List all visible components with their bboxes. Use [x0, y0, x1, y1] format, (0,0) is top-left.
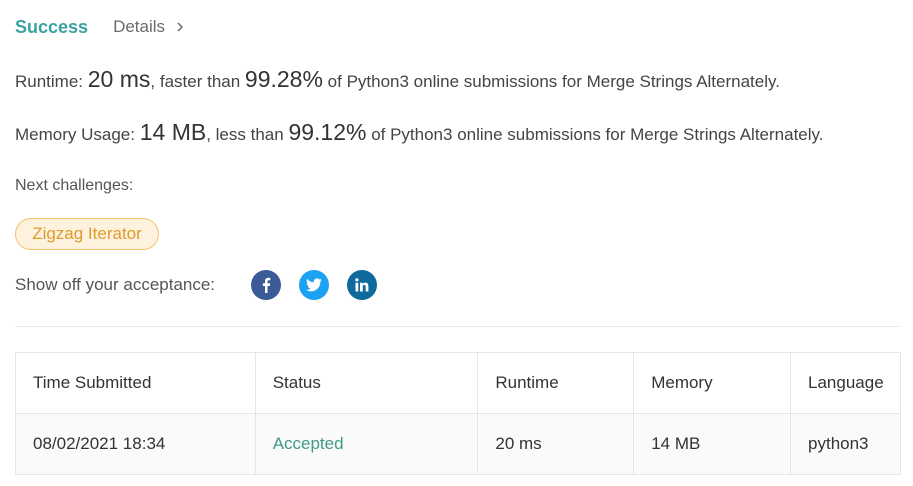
submissions-table: Time Submitted Status Runtime Memory Lan… — [15, 352, 901, 475]
table-header-row: Time Submitted Status Runtime Memory Lan… — [15, 352, 901, 414]
column-header-memory: Memory — [633, 352, 792, 414]
details-link[interactable]: Details — [113, 17, 186, 37]
details-label: Details — [113, 17, 166, 36]
cell-status-link[interactable]: Accepted — [254, 413, 479, 475]
share-label: Show off your acceptance: — [15, 275, 216, 294]
runtime-label: Runtime: — [15, 72, 84, 91]
next-challenges-label: Next challenges: — [15, 177, 134, 194]
linkedin-icon[interactable] — [347, 270, 377, 300]
result-header: Success Details — [15, 15, 186, 39]
runtime-summary: Runtime: 20 ms, faster than 99.28% of Py… — [15, 66, 780, 93]
column-header-status: Status — [254, 352, 479, 414]
runtime-value: 20 ms — [87, 66, 151, 92]
runtime-percent: 99.28% — [244, 66, 323, 92]
runtime-comparison: , faster than — [150, 72, 241, 91]
cell-language: python3 — [790, 413, 901, 475]
twitter-icon[interactable] — [299, 270, 329, 300]
memory-summary: Memory Usage: 14 MB, less than 99.12% of… — [15, 119, 824, 146]
memory-percent: 99.12% — [288, 119, 367, 145]
chevron-right-icon — [177, 22, 184, 32]
facebook-glyph — [262, 277, 271, 293]
cell-runtime: 20 ms — [477, 413, 635, 475]
cell-memory: 14 MB — [633, 413, 792, 475]
facebook-icon[interactable] — [251, 270, 281, 300]
runtime-suffix: of Python3 online submissions for Merge … — [327, 72, 780, 91]
memory-suffix: of Python3 online submissions for Merge … — [371, 125, 824, 144]
challenge-tag-zigzag-iterator[interactable]: Zigzag Iterator — [15, 218, 159, 250]
twitter-glyph — [306, 278, 322, 292]
section-divider — [15, 326, 901, 327]
linkedin-glyph — [355, 278, 369, 292]
column-header-time-submitted: Time Submitted — [15, 352, 256, 414]
cell-time-submitted: 08/02/2021 18:34 — [15, 413, 256, 475]
column-header-runtime: Runtime — [477, 352, 635, 414]
column-header-language: Language — [790, 352, 901, 414]
memory-comparison: , less than — [206, 125, 284, 144]
share-section: Show off your acceptance: — [15, 270, 395, 300]
table-row: 08/02/2021 18:34 Accepted 20 ms 14 MB py… — [15, 413, 901, 475]
memory-value: 14 MB — [139, 119, 207, 145]
status-title: Success — [15, 16, 89, 37]
memory-label: Memory Usage: — [15, 125, 135, 144]
